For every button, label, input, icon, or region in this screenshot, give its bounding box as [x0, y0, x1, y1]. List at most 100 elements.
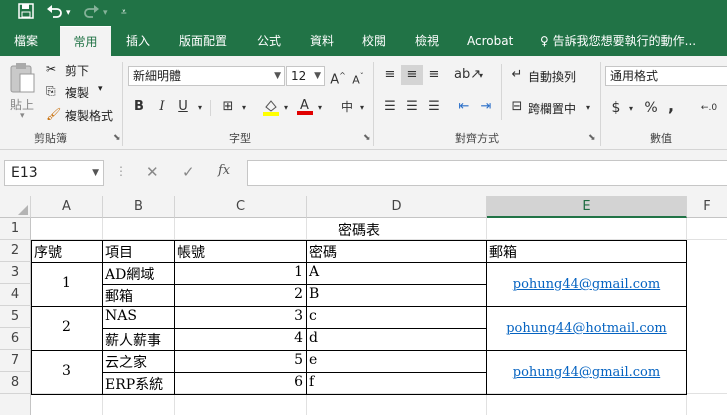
email-cell[interactable]: pohung44@gmail.com — [487, 364, 686, 380]
email-cell[interactable]: pohung44@hotmail.com — [487, 320, 686, 336]
account-cell[interactable]: 5 — [177, 352, 303, 368]
insert-function-icon[interactable]: fx — [218, 163, 230, 178]
redo-dropdown-icon[interactable]: ▾ — [103, 3, 108, 23]
align-bottom-icon[interactable]: ≡ — [425, 65, 443, 85]
copy-button[interactable]: 複製 — [65, 84, 89, 101]
header-cell-item[interactable]: 項目 — [105, 242, 133, 262]
paste-icon[interactable] — [8, 62, 36, 96]
merge-dropdown-icon[interactable]: ▾ — [584, 98, 592, 118]
increase-indent-icon[interactable]: ⇥ — [477, 97, 495, 117]
increase-font-size-icon[interactable]: A^ — [330, 66, 346, 87]
row-header-8[interactable]: 8 — [0, 372, 31, 394]
align-left-icon[interactable]: ☰ — [381, 97, 399, 117]
font-launcher-icon[interactable]: ⬊ — [363, 133, 371, 143]
orientation-dropdown-icon[interactable]: ▾ — [477, 66, 485, 86]
merge-center-button[interactable]: 跨欄置中 — [528, 100, 576, 117]
header-cell-no[interactable]: 序號 — [34, 242, 62, 262]
select-all-corner[interactable] — [0, 196, 31, 218]
column-header-d[interactable]: D — [307, 196, 487, 218]
bold-button[interactable]: B — [132, 97, 146, 117]
row-header-5[interactable]: 5 — [0, 306, 31, 328]
email-link[interactable]: pohung44@gmail.com — [513, 365, 660, 380]
alignment-launcher-icon[interactable]: ⬊ — [588, 133, 596, 143]
group-no-cell[interactable]: 1 — [31, 275, 102, 291]
align-middle-icon[interactable]: ≡ — [401, 65, 423, 85]
item-cell[interactable]: 薪人薪事 — [105, 330, 161, 350]
account-cell[interactable]: 4 — [177, 330, 303, 346]
password-cell[interactable]: f — [309, 374, 314, 390]
item-cell[interactable]: AD網域 — [105, 264, 154, 284]
row-header-1[interactable]: 1 — [0, 218, 31, 240]
item-cell[interactable]: ERP系統 — [105, 374, 163, 394]
comma-button[interactable]: , — [665, 96, 677, 116]
email-link[interactable]: pohung44@gmail.com — [513, 277, 660, 292]
email-cell[interactable]: pohung44@gmail.com — [487, 276, 686, 292]
clipboard-launcher-icon[interactable]: ⬊ — [113, 133, 121, 143]
decrease-indent-icon[interactable]: ⇤ — [455, 97, 473, 117]
sheet-title-cell[interactable]: 密碼表 — [31, 220, 687, 240]
row-header-2[interactable]: 2 — [0, 240, 31, 262]
tab-data[interactable]: 資料 — [310, 26, 334, 56]
column-header-a[interactable]: A — [31, 196, 103, 218]
format-painter-button[interactable]: 複製格式 — [65, 107, 113, 124]
password-cell[interactable]: d — [309, 330, 318, 346]
column-header-c[interactable]: C — [175, 196, 307, 218]
tab-page-layout[interactable]: 版面配置 — [179, 26, 227, 56]
item-cell[interactable]: 郵箱 — [105, 286, 133, 306]
currency-dropdown-icon[interactable]: ▾ — [627, 99, 635, 119]
phonetic-icon[interactable]: 中 — [338, 97, 356, 117]
wrap-text-button[interactable]: 自動換列 — [528, 68, 576, 85]
password-cell[interactable]: A — [309, 264, 319, 280]
redo-icon[interactable] — [82, 3, 100, 23]
account-cell[interactable]: 3 — [177, 308, 303, 324]
tell-me-box[interactable]: ♀ 告訴我您想要執行的動作... — [540, 26, 696, 56]
italic-button[interactable]: I — [155, 97, 169, 117]
email-link[interactable]: pohung44@hotmail.com — [506, 321, 667, 336]
underline-dropdown-icon[interactable]: ▾ — [196, 98, 204, 118]
font-name-combo[interactable]: 新細明體 ▼ — [128, 66, 285, 86]
password-cell[interactable]: c — [309, 308, 317, 324]
item-cell[interactable]: 云之家 — [105, 352, 147, 372]
percent-button[interactable]: % — [642, 98, 660, 118]
item-cell[interactable]: NAS — [105, 308, 137, 324]
orientation-icon[interactable]: ab↗ — [454, 65, 481, 85]
cut-button[interactable]: 剪下 — [65, 62, 89, 79]
borders-dropdown-icon[interactable]: ▾ — [240, 98, 248, 118]
column-header-f[interactable]: F — [687, 196, 727, 218]
row-header-4[interactable]: 4 — [0, 284, 31, 306]
fill-color-icon[interactable] — [262, 98, 280, 116]
decrease-font-size-icon[interactable]: Aˇ — [350, 67, 366, 87]
undo-dropdown-icon[interactable]: ▾ — [66, 3, 71, 23]
underline-button[interactable]: U — [176, 97, 190, 117]
group-no-cell[interactable]: 3 — [31, 363, 102, 379]
account-cell[interactable]: 2 — [177, 286, 303, 302]
paste-dropdown-icon[interactable]: ▾ — [20, 111, 25, 121]
tab-acrobat[interactable]: Acrobat — [467, 26, 513, 56]
currency-button[interactable]: $ — [609, 98, 623, 118]
align-right-icon[interactable]: ☰ — [425, 97, 443, 117]
save-icon[interactable] — [18, 3, 34, 23]
fill-color-dropdown-icon[interactable]: ▾ — [282, 98, 290, 118]
tab-view[interactable]: 檢視 — [415, 26, 439, 56]
row-header-9[interactable] — [0, 394, 31, 415]
name-box[interactable]: E13 ▼ — [4, 160, 104, 186]
increase-decimal-icon[interactable]: ←.0 — [694, 98, 724, 118]
enter-icon[interactable]: ✓ — [182, 163, 195, 181]
formula-input[interactable] — [247, 160, 727, 186]
row-header-3[interactable]: 3 — [0, 262, 31, 284]
account-cell[interactable]: 1 — [177, 264, 303, 280]
group-no-cell[interactable]: 2 — [31, 319, 102, 335]
column-header-b[interactable]: B — [103, 196, 175, 218]
header-cell-email[interactable]: 郵箱 — [489, 242, 517, 262]
align-center-icon[interactable]: ☰ — [403, 97, 421, 117]
font-size-combo[interactable]: 12 ▼ — [286, 66, 325, 86]
tab-home[interactable]: 常用 — [60, 26, 111, 56]
row-header-7[interactable]: 7 — [0, 350, 31, 372]
tab-insert[interactable]: 插入 — [126, 26, 150, 56]
column-header-e[interactable]: E — [487, 196, 687, 218]
undo-icon[interactable] — [46, 3, 64, 23]
password-cell[interactable]: e — [309, 352, 317, 368]
font-color-dropdown-icon[interactable]: ▾ — [316, 98, 324, 118]
customize-qat-icon[interactable]: ⩡ — [121, 3, 127, 23]
align-top-icon[interactable]: ≡ — [381, 65, 399, 85]
